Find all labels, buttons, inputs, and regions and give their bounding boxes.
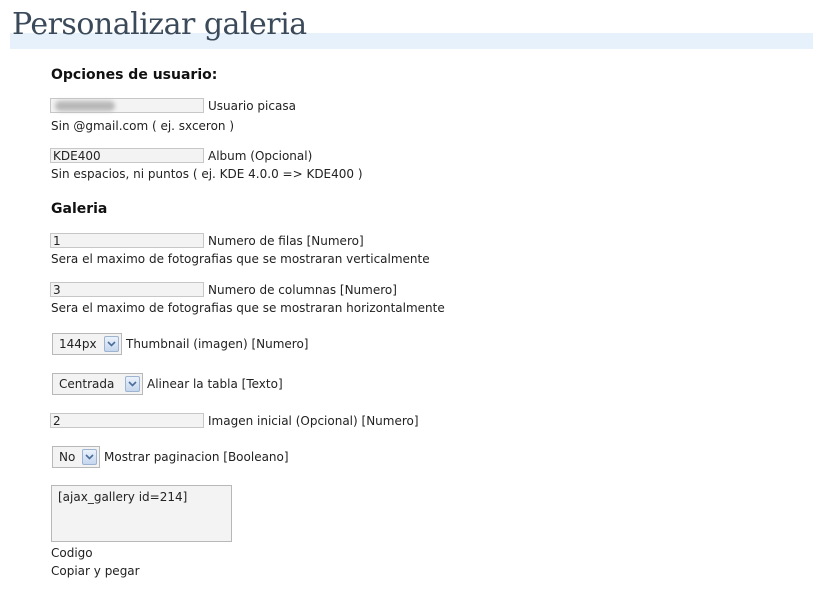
user-options-heading: Opciones de usuario:: [51, 67, 218, 83]
start-image-label: Imagen inicial (Opcional) [Numero]: [208, 413, 419, 428]
thumbnail-select[interactable]: 144px: [52, 333, 122, 355]
align-select-value: Centrada: [59, 377, 115, 391]
thumbnail-label: Thumbnail (imagen) [Numero]: [126, 337, 309, 351]
chevron-down-icon[interactable]: [104, 336, 119, 352]
picasa-user-input[interactable]: [50, 98, 204, 113]
pagination-row: No Mostrar paginacion [Booleano]: [52, 446, 289, 468]
album-hint: Sin espacios, ni puntos ( ej. KDE 4.0.0 …: [51, 167, 363, 181]
columns-row: Numero de columnas [Numero]: [50, 282, 397, 297]
chevron-down-icon[interactable]: [125, 376, 140, 392]
album-input[interactable]: [50, 148, 204, 163]
picasa-user-hint: Sin @gmail.com ( ej. sxceron ): [51, 119, 235, 133]
album-label: Album (Opcional): [208, 148, 313, 163]
columns-input[interactable]: [50, 282, 204, 297]
start-image-input[interactable]: [50, 413, 204, 428]
picasa-user-row: Usuario picasa: [50, 98, 296, 113]
picasa-user-label: Usuario picasa: [208, 98, 296, 113]
columns-hint: Sera el maximo de fotografias que se mos…: [51, 301, 445, 315]
pagination-select[interactable]: No: [52, 446, 100, 468]
align-select[interactable]: Centrada: [52, 373, 143, 395]
redacted-username: [55, 100, 115, 111]
columns-label: Numero de columnas [Numero]: [208, 282, 397, 297]
thumbnail-select-value: 144px: [59, 337, 97, 351]
thumbnail-row: 144px Thumbnail (imagen) [Numero]: [52, 333, 308, 355]
chevron-down-icon[interactable]: [82, 449, 97, 465]
align-row: Centrada Alinear la tabla [Texto]: [52, 373, 283, 395]
code-textarea[interactable]: [ajax_gallery id=214]: [51, 485, 232, 542]
rows-row: Numero de filas [Numero]: [50, 233, 364, 248]
code-hint: Copiar y pegar: [51, 564, 140, 578]
gallery-heading: Galeria: [51, 201, 108, 217]
rows-input[interactable]: [50, 233, 204, 248]
rows-label: Numero de filas [Numero]: [208, 233, 364, 248]
rows-hint: Sera el maximo de fotografias que se mos…: [51, 252, 430, 266]
code-label: Codigo: [51, 546, 93, 560]
page-title: Personalizar galeria: [12, 7, 307, 42]
start-image-row: Imagen inicial (Opcional) [Numero]: [50, 413, 419, 428]
pagination-label: Mostrar paginacion [Booleano]: [104, 450, 289, 464]
align-label: Alinear la tabla [Texto]: [147, 377, 283, 391]
album-row: Album (Opcional): [50, 148, 312, 163]
pagination-select-value: No: [59, 450, 76, 464]
